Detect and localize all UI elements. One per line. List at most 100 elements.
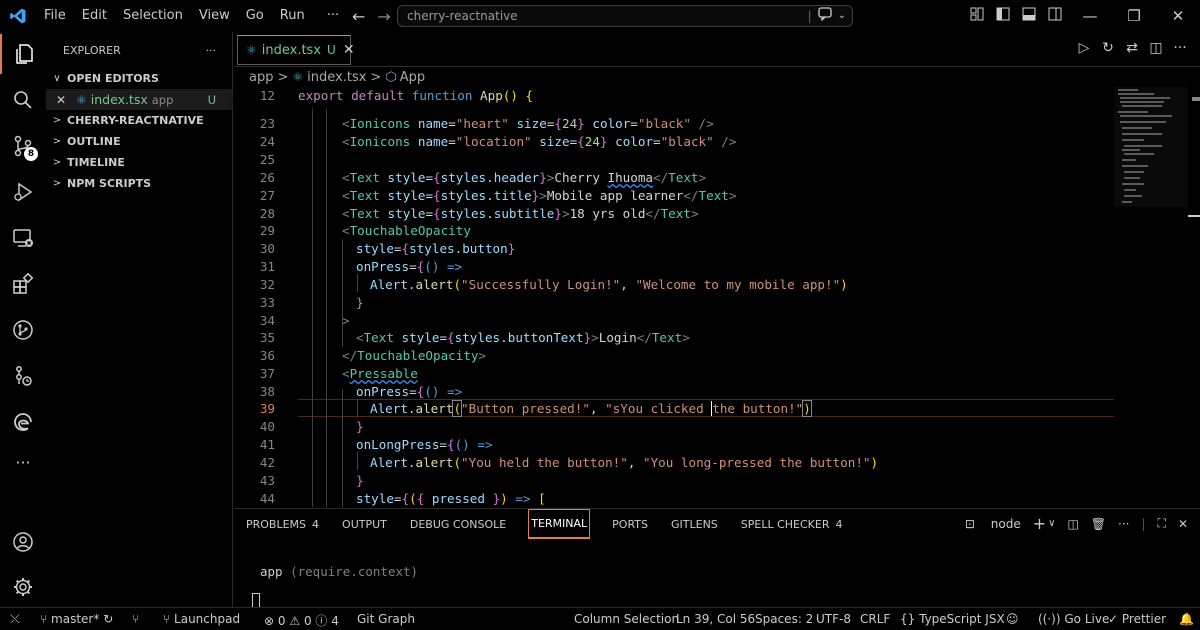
compare-changes-icon[interactable]: ⇄	[1120, 40, 1144, 56]
menu-more[interactable]: ···	[319, 0, 347, 32]
project-section[interactable]: > CHERRY-REACTNATIVE	[46, 110, 232, 131]
remote-explorer-icon[interactable]	[0, 218, 46, 258]
remote-indicator-icon[interactable]: ⤬	[10, 612, 20, 627]
breadcrumb-symbol[interactable]: App	[400, 70, 425, 85]
menu-run[interactable]: Run	[272, 0, 313, 32]
more-views-icon[interactable]: ···	[0, 442, 46, 482]
explorer-icon[interactable]	[0, 34, 46, 74]
outline-section[interactable]: > OUTLINE	[46, 131, 232, 152]
npm-scripts-section[interactable]: > NPM SCRIPTS	[46, 173, 232, 194]
chevron-down-icon[interactable]: ⌄	[838, 10, 846, 21]
tab-output[interactable]: OUTPUT	[342, 509, 387, 539]
back-arrow-icon[interactable]: ←	[346, 7, 371, 26]
open-editor-folder: app	[151, 92, 174, 107]
menu-go[interactable]: Go	[238, 0, 272, 32]
vertical-scrollbar[interactable]	[1188, 87, 1200, 507]
customize-layout-icon[interactable]	[964, 7, 990, 25]
error-icon: ⊗	[264, 614, 275, 628]
line-number: 12	[259, 88, 275, 103]
language-status[interactable]: {} TypeScript JSX	[900, 612, 1005, 626]
breadcrumb-file[interactable]: index.tsx	[307, 70, 366, 85]
run-icon[interactable]: ▷	[1072, 40, 1096, 56]
tab-debug-console[interactable]: DEBUG CONSOLE	[410, 509, 506, 539]
account-icon[interactable]	[0, 522, 46, 562]
edge-browser-icon[interactable]	[0, 402, 46, 442]
maximize-panel-icon[interactable]: ⛶	[1158, 516, 1166, 531]
manage-gear-icon[interactable]	[0, 567, 46, 607]
close-panel-icon[interactable]: ✕	[1178, 517, 1188, 531]
menu-view[interactable]: View	[191, 0, 238, 32]
problems-status[interactable]: ⊗ 0 ⚠ 0 ⓘ 4	[264, 612, 339, 629]
close-tab-icon[interactable]: ✕	[343, 42, 355, 58]
run-debug-icon[interactable]	[0, 172, 46, 212]
toggle-secondary-sidebar-icon[interactable]	[1042, 7, 1068, 25]
code-editor[interactable]: 22 23 <Ionicons name="heart" size={24} c…	[234, 87, 1114, 507]
breadcrumb-folder[interactable]: app	[249, 70, 273, 85]
symbol-method-icon: ⬡	[385, 69, 397, 85]
new-terminal-plus-icon[interactable]: +	[1033, 514, 1046, 533]
close-window-button[interactable]: ✕	[1156, 7, 1200, 25]
split-editor-icon[interactable]: ◫	[1144, 40, 1168, 56]
minimap[interactable]	[1114, 87, 1188, 507]
encoding-status[interactable]: UTF-8	[816, 612, 851, 626]
branch-status[interactable]: ⑂ master* ↻	[40, 612, 113, 626]
divider: |	[1141, 516, 1146, 531]
toggle-panel-icon[interactable]	[1016, 7, 1042, 25]
tab-problems[interactable]: PROBLEMS 4	[246, 509, 319, 539]
launchpad-status[interactable]: ⑂ Launchpad	[163, 612, 240, 626]
command-center-search[interactable]: cherry-reactnative | ⌄	[397, 5, 853, 27]
prettier-status[interactable]: ✓ Prettier	[1108, 612, 1166, 626]
forward-arrow-icon[interactable]: →	[371, 7, 396, 26]
git-graph-icon[interactable]	[0, 356, 46, 396]
go-live-status[interactable]: ((·)) Go Live	[1038, 612, 1109, 626]
notifications-bell-icon[interactable]: 🔔	[1179, 612, 1194, 626]
eol-status[interactable]: CRLF	[860, 612, 890, 626]
tab-status: U	[327, 43, 336, 57]
toggle-primary-sidebar-icon[interactable]	[990, 7, 1016, 25]
source-control-icon[interactable]: 8	[0, 126, 46, 166]
indent-guide	[342, 239, 343, 347]
tab-ports[interactable]: PORTS	[612, 509, 648, 539]
git-graph-status[interactable]: Git Graph	[357, 612, 415, 626]
menu-selection[interactable]: Selection	[115, 0, 191, 32]
extensions-icon[interactable]	[0, 264, 46, 304]
react-file-icon: ⚛	[292, 70, 304, 84]
minimize-button[interactable]: —	[1068, 7, 1112, 25]
npm-scripts-section-label: NPM SCRIPTS	[67, 177, 152, 190]
tab-terminal[interactable]: TERMINAL	[528, 509, 591, 539]
split-terminal-icon[interactable]: ◫	[1067, 517, 1078, 531]
copilot-chat-icon[interactable]	[817, 7, 834, 24]
status-bar: ⤬ ⑂ master* ↻ ⑂ ⑂ Launchpad ⊗ 0 ⚠ 0 ⓘ 4 …	[0, 607, 1200, 630]
cursor-position-status[interactable]: Ln 39, Col 56	[676, 612, 755, 626]
spell-checker-count: 4	[835, 517, 843, 531]
open-editors-section[interactable]: ∨ OPEN EDITORS	[46, 68, 232, 89]
gitlens-icon[interactable]	[0, 310, 46, 350]
explorer-more-button[interactable]: ···	[206, 44, 217, 57]
restore-button[interactable]: ❐	[1112, 7, 1156, 25]
tab-index-tsx[interactable]: ⚛ index.tsx U ✕	[237, 35, 355, 65]
close-icon[interactable]: ✕	[56, 93, 70, 107]
menu-file[interactable]: File	[36, 0, 74, 32]
indent-guide	[342, 389, 343, 507]
gitlens-status-icon[interactable]: ⑂	[132, 612, 139, 626]
indentation-status[interactable]: Spaces: 2	[755, 612, 813, 626]
menu-edit[interactable]: Edit	[74, 0, 115, 32]
explorer-title: EXPLORER	[63, 43, 121, 57]
copilot-status-icon[interactable]: ☺	[1006, 612, 1019, 626]
terminal-profile[interactable]: ⊡ node	[953, 517, 1021, 531]
panel-actions: ⊡ node + ∨ ◫ 🗑 ··· | ⛶ ✕	[941, 514, 1188, 533]
search-icon[interactable]	[0, 80, 46, 120]
scm-badge: 8	[24, 147, 38, 161]
editor-actions: ▷ ↻ ⇄ ◫ ···	[1072, 40, 1192, 56]
open-editor-item[interactable]: ✕ ⚛ index.tsx app U	[46, 89, 232, 110]
more-actions-icon[interactable]: ···	[1118, 517, 1129, 531]
tab-spell-checker[interactable]: SPELL CHECKER 4	[741, 509, 843, 539]
chevron-down-icon[interactable]: ∨	[1048, 518, 1055, 529]
sticky-scroll-line[interactable]: 12 export default function App() {	[234, 87, 1114, 105]
tab-gitlens[interactable]: GITLENS	[671, 509, 718, 539]
column-selection-status[interactable]: Column Selection	[574, 612, 679, 626]
trash-icon[interactable]: 🗑	[1091, 517, 1106, 531]
timeline-history-icon[interactable]: ↻	[1096, 40, 1120, 56]
timeline-section[interactable]: > TIMELINE	[46, 152, 232, 173]
more-actions-icon[interactable]: ···	[1168, 40, 1192, 56]
